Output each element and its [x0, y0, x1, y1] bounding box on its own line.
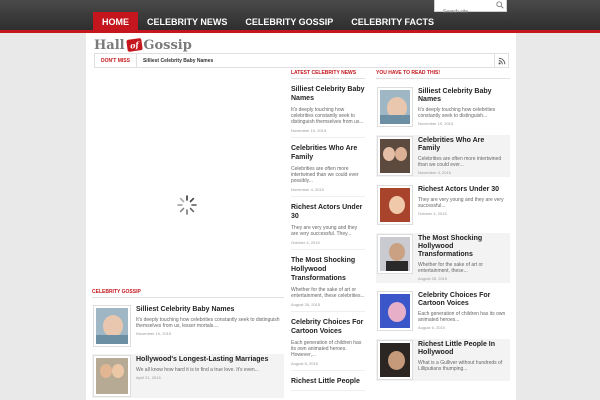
list-item[interactable]: Richest Actors Under 30 They are very yo… — [291, 203, 365, 250]
actor-photo[interactable] — [378, 341, 412, 379]
list-item[interactable]: Celebrities Who Are Family Celebrities a… — [376, 135, 510, 177]
post-title[interactable]: Richest Actors Under 30 — [291, 203, 365, 221]
baby-photo[interactable] — [378, 88, 412, 126]
list-item[interactable]: Celebrity Choices For Cartoon Voices Eac… — [376, 290, 510, 332]
post-title[interactable]: Richest Little People — [291, 377, 365, 386]
post-title[interactable]: Silliest Celebrity Baby Names — [418, 88, 508, 104]
list-item[interactable]: Silliest Celebrity Baby Names It's deepl… — [376, 86, 510, 128]
post-date: November 4, 2015 — [291, 187, 324, 192]
post-title[interactable]: Richest Little People In Hollywood — [418, 341, 508, 357]
post-date: August 26, 2015 — [291, 302, 321, 307]
list-item[interactable]: Richest Actors Under 30 They are very yo… — [376, 184, 510, 226]
section-title: LATEST CELEBRITY NEWS — [291, 70, 365, 79]
post-date: November 19, 2015 — [136, 331, 172, 336]
latest-news-section: LATEST CELEBRITY NEWS Silliest Celebrity… — [291, 70, 365, 391]
logo-word-hall: Hall — [94, 37, 125, 53]
site-logo[interactable]: Hall of Gossip — [94, 37, 192, 53]
top-navigation-bar: HOME CELEBRITY NEWS CELEBRITY GOSSIP CEL… — [0, 0, 600, 33]
post-excerpt: They are very young and they are very su… — [418, 197, 504, 209]
ticker-label: DON'T MISS — [95, 54, 137, 67]
post-date: April 21, 2015 — [136, 375, 161, 380]
post-date: October 4, 2015 — [418, 211, 447, 216]
post-excerpt: It's deeply touching how celebrities con… — [291, 107, 364, 125]
rss-icon — [498, 57, 505, 64]
post-date: August 26, 2015 — [418, 276, 448, 281]
list-item[interactable]: Richest Little People — [291, 377, 365, 391]
list-item[interactable]: Hollywood's Longest-Lasting Marriages We… — [92, 354, 284, 398]
post-date: November 19, 2015 — [291, 128, 327, 133]
post-date: November 19, 2015 — [418, 121, 454, 126]
couple-photo[interactable] — [94, 356, 130, 396]
post-excerpt: Each generation of children has its own … — [418, 311, 506, 323]
post-excerpt: They are very young and they are very su… — [291, 225, 358, 237]
search-icon[interactable] — [496, 1, 504, 9]
list-item[interactable]: Celebrity Choices For Cartoon Voices Eac… — [291, 318, 365, 371]
post-date: August 6, 2015 — [418, 325, 445, 330]
post-excerpt: We all know how hard it is to find a tru… — [136, 367, 259, 373]
post-title[interactable]: Celebrity Choices For Cartoon Voices — [291, 318, 365, 336]
post-title[interactable]: Celebrities Who Are Family — [291, 144, 365, 162]
man-photo[interactable] — [378, 235, 412, 273]
post-excerpt: Each generation of children has its own … — [291, 340, 362, 358]
search-box — [434, 0, 507, 18]
list-item[interactable]: Silliest Celebrity Baby Names It's deepl… — [92, 304, 284, 348]
rss-button[interactable] — [494, 54, 508, 67]
section-title: YOU HAVE TO READ THIS! — [376, 70, 510, 79]
list-item[interactable]: The Most Shocking Hollywood Transformati… — [291, 256, 365, 312]
post-title[interactable]: Celebrity Choices For Cartoon Voices — [418, 292, 508, 308]
main-nav: HOME CELEBRITY NEWS CELEBRITY GOSSIP CEL… — [93, 12, 443, 33]
post-title[interactable]: Richest Actors Under 30 — [418, 186, 508, 194]
post-excerpt: What is a Gulliver without hundreds of L… — [418, 360, 503, 372]
post-excerpt: Whether for the sake of art or entertain… — [291, 287, 365, 299]
search-input[interactable] — [435, 6, 493, 18]
ticker-link[interactable]: Silliest Celebrity Baby Names — [137, 58, 494, 64]
post-title[interactable]: Hollywood's Longest-Lasting Marriages — [136, 356, 268, 364]
must-read-section: YOU HAVE TO READ THIS! Silliest Celebrit… — [376, 70, 510, 381]
nav-celebrity-news[interactable]: CELEBRITY NEWS — [138, 12, 236, 33]
logo-word-gossip: Gossip — [143, 37, 192, 53]
page-container: Hall of Gossip DON'T MISS Silliest Celeb… — [86, 33, 516, 400]
dont-miss-ticker: DON'T MISS Silliest Celebrity Baby Names — [94, 53, 509, 68]
post-title[interactable]: The Most Shocking Hollywood Transformati… — [291, 256, 365, 283]
post-excerpt: Celebrities are often more intertwined t… — [418, 156, 502, 168]
list-item[interactable]: Celebrities Who Are Family Celebrities a… — [291, 144, 365, 197]
cartoon-photo[interactable] — [378, 292, 412, 330]
loading-spinner-icon — [177, 195, 197, 215]
logo-word-of: of — [125, 38, 143, 52]
post-excerpt: It's deeply touching how celebrities con… — [136, 317, 280, 329]
post-excerpt: It's deeply touching how celebrities con… — [418, 107, 496, 119]
redhead-photo[interactable] — [378, 186, 412, 224]
baby-photo[interactable] — [94, 306, 130, 346]
post-title[interactable]: The Most Shocking Hollywood Transformati… — [418, 235, 508, 259]
list-item[interactable]: Richest Little People In Hollywood What … — [376, 339, 510, 381]
nav-celebrity-facts[interactable]: CELEBRITY FACTS — [342, 12, 443, 33]
celebrity-gossip-section: CELEBRITY GOSSIP Silliest Celebrity Baby… — [92, 289, 284, 398]
list-item[interactable]: The Most Shocking Hollywood Transformati… — [376, 233, 510, 283]
post-excerpt: Celebrities are often more intertwined t… — [291, 166, 359, 184]
post-title[interactable]: Silliest Celebrity Baby Names — [291, 85, 365, 103]
post-title[interactable]: Celebrities Who Are Family — [418, 137, 508, 153]
featured-slider[interactable] — [94, 72, 279, 317]
list-item[interactable]: Silliest Celebrity Baby Names It's deepl… — [291, 85, 365, 138]
nav-celebrity-gossip[interactable]: CELEBRITY GOSSIP — [236, 12, 342, 33]
post-excerpt: Whether for the sake of art or entertain… — [418, 262, 484, 274]
section-title: CELEBRITY GOSSIP — [92, 289, 284, 298]
post-title[interactable]: Silliest Celebrity Baby Names — [136, 306, 282, 314]
post-date: November 4, 2015 — [418, 170, 451, 175]
post-date: August 6, 2015 — [291, 361, 318, 366]
women-photo[interactable] — [378, 137, 412, 175]
post-date: October 4, 2015 — [291, 240, 320, 245]
nav-home[interactable]: HOME — [93, 12, 138, 33]
